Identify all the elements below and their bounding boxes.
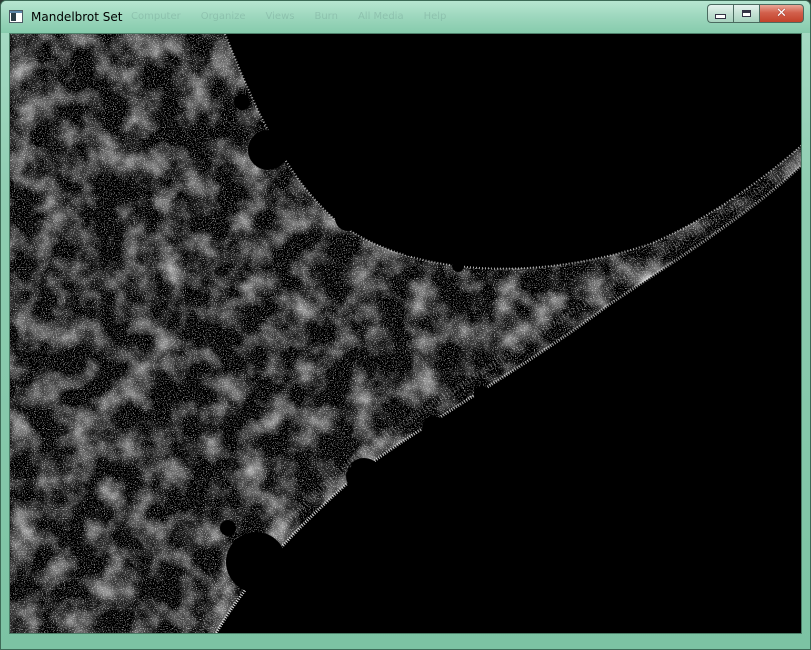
minimize-icon [715, 14, 726, 19]
bulb [474, 386, 490, 402]
title-bar[interactable]: Mandelbrot Set Computer Organize Views B… [1, 1, 810, 33]
app-window-icon[interactable] [9, 10, 23, 23]
bulb [335, 205, 361, 231]
maximize-button[interactable] [733, 4, 759, 23]
minimize-button[interactable] [707, 4, 733, 23]
close-icon: ✕ [776, 6, 787, 21]
ghost-menu-item: Views [265, 11, 295, 22]
ghost-menu-item: Organize [200, 11, 246, 22]
fractal-canvas[interactable] [9, 33, 802, 634]
bulb [346, 458, 382, 494]
ghost-menu-item: Burn [314, 11, 338, 22]
mandelbrot-render [10, 34, 801, 633]
bulb [248, 130, 288, 170]
ghost-menu-item: All Media [357, 11, 404, 22]
background-menu-bleedthrough: Computer Organize Views Burn All Media H… [131, 11, 446, 25]
fractal-speckle-region [10, 34, 801, 633]
bulb [422, 416, 446, 440]
bulb [234, 94, 250, 110]
app-window: Mandelbrot Set Computer Organize Views B… [0, 0, 811, 650]
maximize-icon [742, 10, 751, 17]
bulb [402, 240, 418, 256]
window-title: Mandelbrot Set [31, 10, 123, 24]
bulb [220, 520, 236, 536]
caption-buttons: ✕ [707, 4, 804, 23]
close-button[interactable]: ✕ [759, 4, 804, 23]
bulb [452, 260, 464, 272]
ghost-menu-item: Computer [131, 11, 181, 22]
ghost-menu-item: Help [423, 11, 447, 22]
bulb [226, 532, 286, 592]
